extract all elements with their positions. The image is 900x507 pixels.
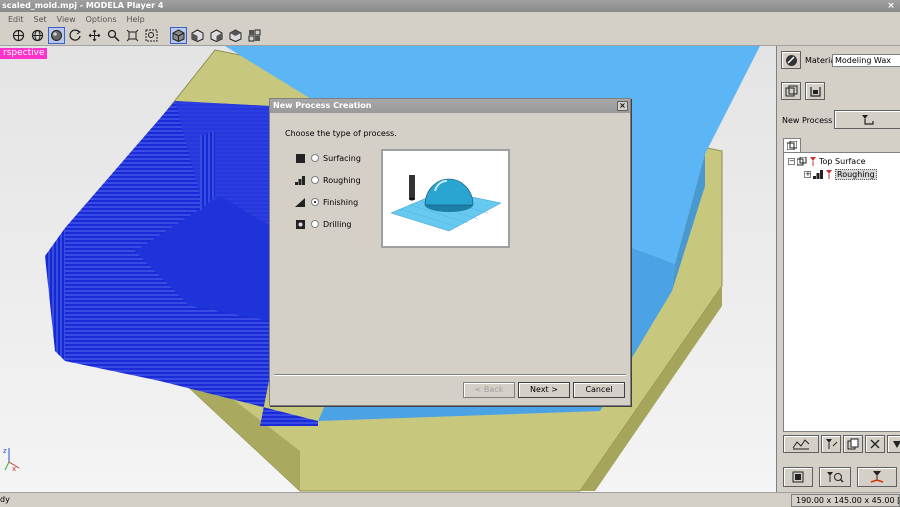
menu-options[interactable]: Options [86, 15, 117, 24]
option-label: Finishing [323, 197, 359, 207]
menu-view[interactable]: View [57, 15, 76, 24]
option-label: Roughing [323, 175, 361, 185]
finishing-icon [294, 197, 306, 207]
menu-help[interactable]: Help [127, 15, 145, 24]
globe-view-icon[interactable] [29, 27, 46, 44]
tool-icon [810, 157, 816, 166]
dialog-title-bar: New Process Creation × [270, 99, 630, 113]
radio-drilling[interactable] [311, 220, 319, 228]
shaded-view-icon[interactable] [48, 27, 65, 44]
roughing-icon [813, 170, 823, 179]
menu-bar: Edit Set View Options Help [0, 12, 900, 26]
side-view-icon[interactable] [208, 27, 225, 44]
option-roughing[interactable]: Roughing [294, 169, 361, 191]
zoom-icon[interactable] [105, 27, 122, 44]
window-title-bar: scaled_mold.mpj - MODELA Player 4 × [0, 0, 900, 12]
roughing-icon [294, 175, 306, 185]
tool-icon [826, 170, 832, 179]
copy-icon[interactable] [843, 435, 863, 453]
material-select[interactable]: Modeling Wax [832, 54, 900, 67]
drilling-icon [294, 219, 306, 229]
menu-set[interactable]: Set [34, 15, 47, 24]
new-process-button[interactable] [834, 110, 900, 129]
pan-icon[interactable] [86, 27, 103, 44]
delete-icon[interactable] [865, 435, 885, 453]
model-icon [797, 157, 807, 166]
origin-settings-icon[interactable] [805, 82, 825, 100]
cut-icon[interactable] [857, 467, 897, 487]
view-mode-label: rspective [0, 48, 48, 59]
radio-roughing[interactable] [311, 176, 319, 184]
tree-label: Roughing [835, 169, 877, 180]
radio-surfacing[interactable] [311, 154, 319, 162]
preview-cutting-icon[interactable] [783, 467, 813, 487]
material-icon[interactable] [781, 51, 801, 69]
process-tree: − Top Surface + Roughing [783, 152, 900, 432]
new-process-dialog: New Process Creation × Choose the type o… [269, 98, 631, 406]
rotate-view-icon[interactable] [10, 27, 27, 44]
svg-text:z: z [3, 447, 7, 455]
refresh-view-icon[interactable] [67, 27, 84, 44]
tree-node-top-surface[interactable]: − Top Surface [788, 157, 866, 166]
tree-node-roughing[interactable]: + Roughing [804, 169, 877, 180]
dialog-prompt: Choose the type of process. [285, 129, 397, 138]
window-title: scaled_mold.mpj - MODELA Player 4 [2, 1, 164, 10]
top-view-icon[interactable] [227, 27, 244, 44]
radio-finishing[interactable] [311, 198, 319, 206]
move-down-icon[interactable] [887, 435, 900, 453]
collapse-icon[interactable]: − [788, 158, 795, 165]
model-settings-icon[interactable] [781, 82, 801, 100]
surfacing-icon [294, 153, 306, 163]
tool-edit-icon[interactable] [821, 435, 841, 453]
cancel-button[interactable]: Cancel [573, 382, 625, 398]
zoom-window-icon[interactable] [143, 27, 160, 44]
new-process-label: New Process [782, 116, 833, 125]
option-label: Drilling [323, 219, 352, 229]
process-type-options: Surfacing Roughing Finishing Drilling [294, 147, 361, 235]
axis-triad-icon: x z [3, 447, 20, 473]
view-toolbar [0, 26, 900, 46]
process-panel: Material Modeling Wax New Process − Top … [776, 46, 900, 492]
tree-label: Top Surface [819, 157, 866, 166]
tree-tab[interactable] [783, 138, 801, 152]
option-label: Surfacing [323, 153, 361, 163]
model-dimensions: 190.00 x 145.00 x 45.00 [mm] [791, 494, 900, 507]
fit-view-icon[interactable] [124, 27, 141, 44]
status-bar: dy 190.00 x 145.00 x 45.00 [mm] [0, 492, 900, 507]
expand-icon[interactable]: + [804, 171, 811, 178]
simulate-icon[interactable] [819, 467, 851, 487]
next-button[interactable]: Next > [518, 382, 570, 398]
option-drilling[interactable]: Drilling [294, 213, 361, 235]
menu-edit[interactable]: Edit [8, 15, 24, 24]
svg-text:x: x [12, 465, 16, 473]
dialog-title: New Process Creation [273, 101, 372, 110]
back-button[interactable]: < Back [463, 382, 515, 398]
multi-view-icon[interactable] [246, 27, 263, 44]
window-close-button[interactable]: × [886, 1, 896, 11]
dialog-close-button[interactable]: × [617, 101, 628, 111]
iso-view-icon[interactable] [170, 27, 187, 44]
toolpath-view-icon[interactable] [783, 435, 819, 453]
option-finishing[interactable]: Finishing [294, 191, 361, 213]
status-text: dy [0, 495, 10, 504]
front-view-icon[interactable] [189, 27, 206, 44]
process-preview-image [381, 149, 510, 248]
dialog-divider [274, 374, 626, 376]
option-surfacing[interactable]: Surfacing [294, 147, 361, 169]
